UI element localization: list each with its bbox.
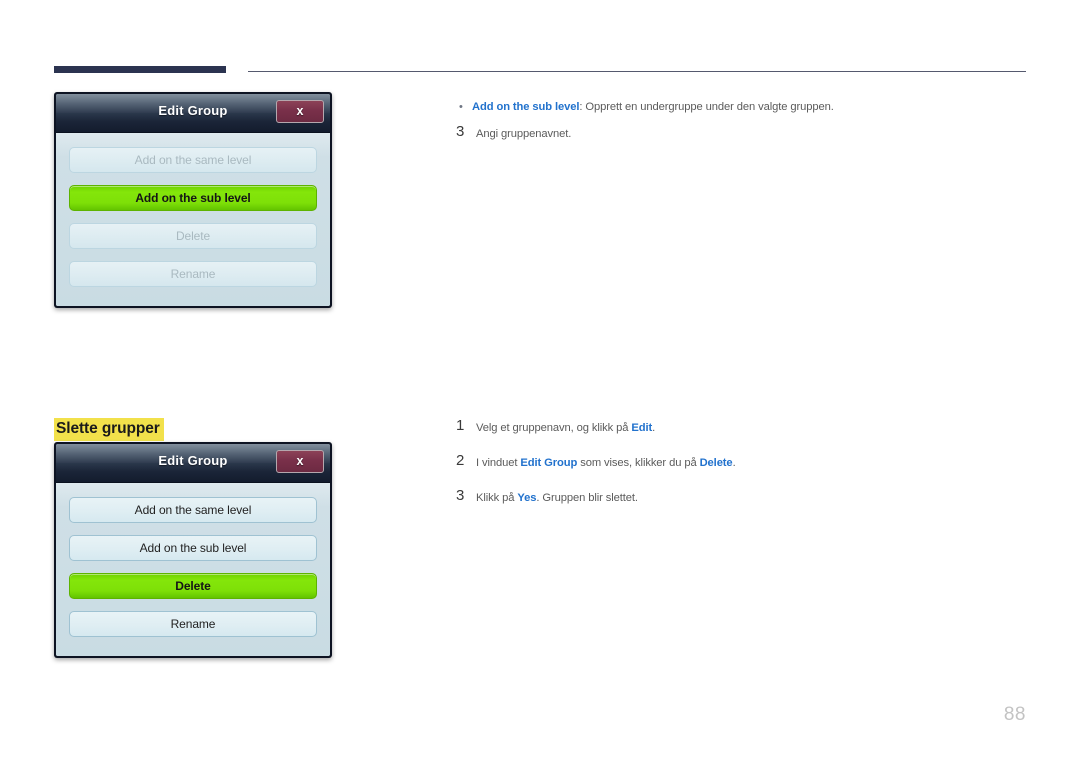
close-icon[interactable]: x <box>276 100 324 123</box>
step-number: 3 <box>456 123 465 140</box>
bullet-link: Add on the sub level <box>472 101 580 113</box>
edit-group-dialog-bottom[interactable]: Edit Group x Add on the same level Add o… <box>54 442 332 658</box>
page-number: 88 <box>1003 704 1026 725</box>
add-on-sub-level-button[interactable]: Add on the sub level <box>69 535 317 561</box>
header-rule-thin <box>248 71 1026 72</box>
step-link-edit: Edit <box>631 422 653 434</box>
dialog-body: Add on the same level Add on the sub lev… <box>56 483 330 656</box>
step-item-2: 2 I vinduet Edit Group som vises, klikke… <box>456 453 1016 471</box>
rename-button[interactable]: Rename <box>69 611 317 637</box>
step-item-1: 1 Velg et gruppenavn, og klikk på Edit. <box>456 418 1016 436</box>
step-link-yes: Yes <box>517 492 537 504</box>
header-rule-thick <box>54 66 226 73</box>
step-mid: . Gruppen blir slettet. <box>536 492 638 504</box>
section-heading: Slette grupper <box>54 418 164 441</box>
step-link-delete: Delete <box>699 457 733 469</box>
step-text: I vinduet Edit Group som vises, klikker … <box>476 453 736 471</box>
dialog-inner: Edit Group x Add on the same level Add o… <box>56 94 330 306</box>
page-header-rules <box>0 0 1080 80</box>
step-post: . <box>732 457 736 469</box>
step-text: Velg et gruppenavn, og klikk på Edit. <box>476 418 655 436</box>
step-post: . <box>652 422 656 434</box>
step-link-edit-group: Edit Group <box>520 457 578 469</box>
delete-button[interactable]: Delete <box>69 223 317 249</box>
close-icon[interactable]: x <box>276 450 324 473</box>
step-number: 1 <box>456 417 465 434</box>
delete-button[interactable]: Delete <box>69 573 317 599</box>
bullet-item-add-sub-level: • Add on the sub level: Opprett en under… <box>456 100 1016 115</box>
bullet-marker: • <box>459 101 463 113</box>
add-on-same-level-button[interactable]: Add on the same level <box>69 497 317 523</box>
bullet-rest: : Opprett en undergruppe under den valgt… <box>579 101 834 113</box>
step-pre: Velg et gruppenavn, og klikk på <box>476 422 632 434</box>
dialog-inner: Edit Group x Add on the same level Add o… <box>56 444 330 656</box>
step-text: Angi gruppenavnet. <box>476 128 572 140</box>
step-item-3-top: 3 Angi gruppenavnet. <box>456 124 1016 142</box>
add-on-sub-level-button[interactable]: Add on the sub level <box>69 185 317 211</box>
step-pre: I vinduet <box>476 457 521 469</box>
step-text: Klikk på Yes. Gruppen blir slettet. <box>476 488 638 506</box>
bullet-text: Add on the sub level: Opprett en undergr… <box>472 100 834 115</box>
edit-group-dialog-top[interactable]: Edit Group x Add on the same level Add o… <box>54 92 332 308</box>
dialog-titlebar: Edit Group x <box>56 444 330 483</box>
add-on-same-level-button[interactable]: Add on the same level <box>69 147 317 173</box>
dialog-body: Add on the same level Add on the sub lev… <box>56 133 330 306</box>
dialog-titlebar: Edit Group x <box>56 94 330 133</box>
step-number: 2 <box>456 452 465 469</box>
step-number: 3 <box>456 487 465 504</box>
step-item-3: 3 Klikk på Yes. Gruppen blir slettet. <box>456 488 1016 506</box>
step-mid: som vises, klikker du på <box>577 457 700 469</box>
step-pre: Klikk på <box>476 492 518 504</box>
rename-button[interactable]: Rename <box>69 261 317 287</box>
